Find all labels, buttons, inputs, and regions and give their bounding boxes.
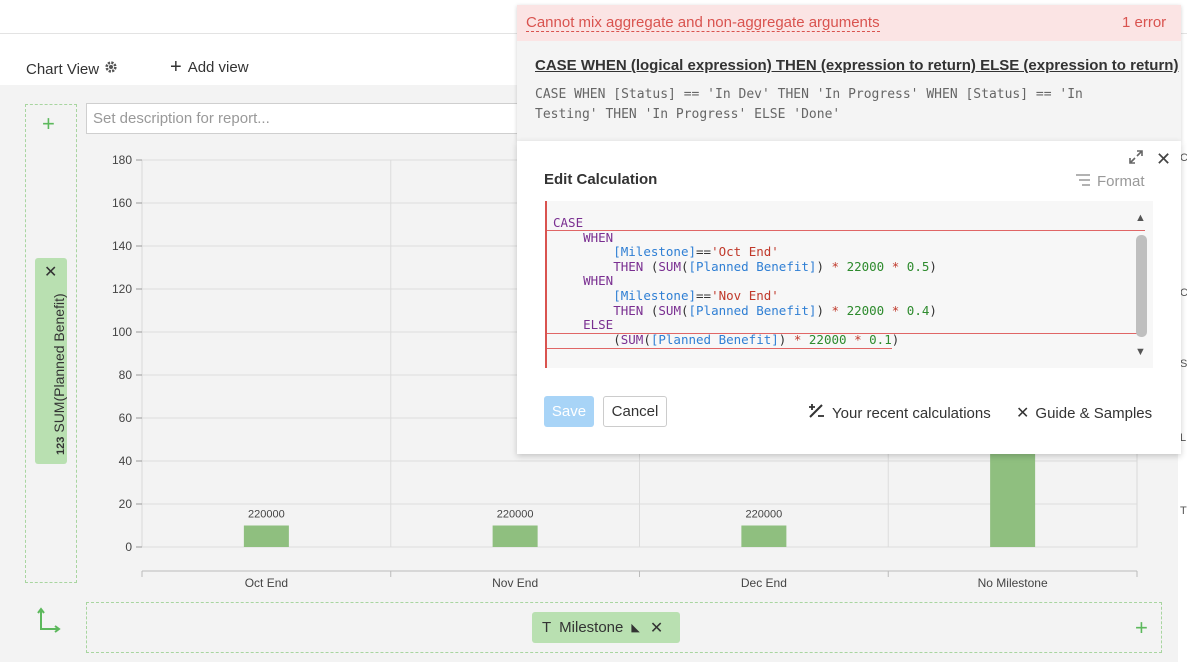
y-tick-label: 140 (112, 239, 132, 253)
data-label: 220000 (497, 509, 534, 521)
swap-axes-icon[interactable] (37, 607, 65, 640)
editor-scrollbar-thumb[interactable] (1136, 235, 1147, 337)
syntax-title: CASE WHEN (logical expression) THEN (exp… (535, 57, 1179, 74)
right-panel-fragment: C (1180, 152, 1187, 164)
y-field-name: SUM(Planned Benefit) (51, 293, 67, 433)
error-underline (547, 348, 892, 349)
right-panel-fragment: C (1180, 287, 1187, 299)
x-tick-label: Dec End (741, 576, 787, 590)
error-message[interactable]: Cannot mix aggregate and non-aggregate a… (526, 14, 880, 32)
save-button[interactable]: Save (544, 396, 594, 427)
x-tick-label: Nov End (492, 576, 538, 590)
remove-x-field-close-icon[interactable]: ✕ (650, 618, 663, 638)
close-icon[interactable]: ✕ (1156, 149, 1171, 170)
right-panel-fragment: S (1180, 358, 1187, 370)
add-y-field-plus-icon[interactable]: + (42, 111, 55, 137)
format-button[interactable]: Format (1075, 173, 1145, 190)
y-axis-field-label: 123 SUM(Planned Benefit) (51, 293, 67, 455)
bar (243, 525, 289, 547)
recent-calculations-label: Your recent calculations (832, 404, 991, 422)
y-tick-label: 180 (112, 153, 132, 167)
numeric-type-icon: 123 (55, 436, 67, 455)
x-tick-label: Oct End (245, 576, 288, 590)
percent-formula-icon (808, 403, 826, 423)
guide-samples-button[interactable]: ✕ Guide & Samples (1016, 403, 1152, 423)
x-field-name: Milestone (559, 619, 624, 636)
add-view-label: Add view (187, 58, 249, 76)
y-tick-label: 0 (125, 540, 132, 554)
sort-icon[interactable]: ◣ (631, 621, 639, 634)
scroll-down-arrow-icon[interactable]: ▼ (1135, 346, 1146, 358)
add-x-field-plus-icon[interactable]: + (1135, 615, 1148, 641)
dialog-title: Edit Calculation (544, 171, 658, 188)
scroll-up-arrow-icon[interactable]: ▲ (1135, 212, 1146, 224)
add-view-button[interactable]: + Add view (170, 56, 249, 78)
syntax-example: CASE WHEN [Status] == 'In Dev' THEN 'In … (535, 87, 1083, 122)
cancel-button[interactable]: Cancel (603, 396, 667, 427)
guide-samples-label: Guide & Samples (1035, 404, 1153, 422)
close-x-icon: ✕ (1016, 405, 1030, 422)
y-tick-label: 40 (119, 454, 133, 468)
remove-y-field-close-icon[interactable]: ✕ (44, 262, 57, 282)
y-tick-label: 120 (112, 282, 132, 296)
right-panel-fragment: T (1180, 505, 1187, 517)
format-label: Format (1097, 173, 1145, 190)
y-tick-label: 60 (119, 411, 133, 425)
bar (741, 525, 787, 547)
error-count: 1 error (1122, 14, 1167, 31)
x-axis-field-pill[interactable]: T Milestone ◣ ✕ (532, 612, 680, 643)
y-tick-label: 160 (112, 196, 132, 210)
text-type-icon: T (542, 619, 552, 636)
gear-icon[interactable] (104, 60, 118, 78)
recent-calculations-button[interactable]: Your recent calculations (808, 403, 991, 423)
chart-view-tab[interactable]: Chart View (26, 60, 118, 78)
y-tick-label: 100 (112, 325, 132, 339)
data-label: 220000 (248, 509, 285, 521)
report-description-input[interactable] (86, 103, 526, 134)
expand-icon[interactable] (1129, 150, 1143, 169)
plus-icon: + (170, 56, 182, 78)
calculation-code-editor[interactable]: CASE WHEN [Milestone]=='Oct End' THEN (S… (545, 201, 1153, 368)
bar (492, 525, 538, 547)
chart-view-label: Chart View (26, 60, 100, 78)
format-lines-icon (1075, 173, 1091, 190)
y-tick-label: 80 (119, 368, 133, 382)
calculation-code: CASE WHEN [Milestone]=='Oct End' THEN (S… (553, 215, 937, 347)
data-label: 220000 (746, 509, 783, 521)
x-tick-label: No Milestone (978, 576, 1048, 590)
y-tick-label: 20 (119, 497, 133, 511)
